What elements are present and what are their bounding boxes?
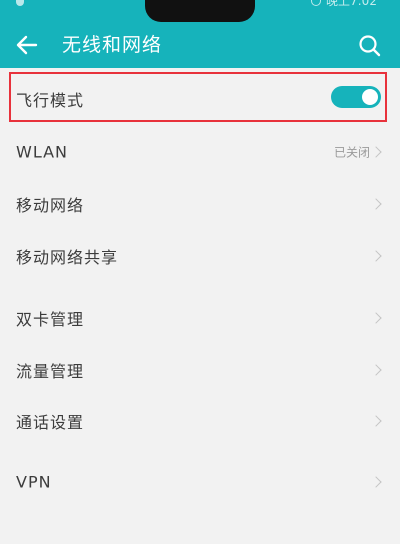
alarm-icon <box>311 0 321 6</box>
notification-icon <box>16 0 24 6</box>
wlan-status: 已关闭 <box>333 145 370 160</box>
page-title: 无线和网络 <box>62 34 163 56</box>
chevron-right-icon <box>370 312 382 324</box>
status-time: 晚上7:02 <box>326 0 377 8</box>
wlan-label: WLAN <box>16 142 69 162</box>
hotspot-row[interactable]: 移动网络共享 <box>0 232 400 280</box>
mobile-network-row[interactable]: 移动网络 <box>0 180 400 228</box>
mobile-network-label: 移动网络 <box>16 196 85 215</box>
wlan-row[interactable]: WLAN 已关闭 <box>0 128 400 176</box>
vpn-label: VPN <box>16 472 52 492</box>
chevron-right-icon <box>370 364 382 376</box>
data-usage-row[interactable]: 流量管理 <box>0 346 400 394</box>
hotspot-label: 移动网络共享 <box>16 248 119 267</box>
chevron-right-icon <box>370 250 382 262</box>
chevron-right-icon <box>370 415 382 427</box>
camera-notch <box>145 0 255 22</box>
back-arrow-icon[interactable] <box>14 32 40 58</box>
vpn-row[interactable]: VPN <box>0 458 400 506</box>
app-bar: 无线和网络 <box>0 22 400 68</box>
search-icon[interactable] <box>357 33 383 59</box>
call-settings-label: 通话设置 <box>16 413 85 432</box>
call-settings-row[interactable]: 通话设置 <box>0 397 400 445</box>
chevron-right-icon <box>370 198 382 210</box>
airplane-mode-label: 飞行模式 <box>16 91 85 110</box>
status-bar: 晚上7:02 <box>0 0 400 22</box>
dual-sim-row[interactable]: 双卡管理 <box>0 294 400 342</box>
data-usage-label: 流量管理 <box>16 362 85 381</box>
chevron-right-icon <box>370 146 382 158</box>
airplane-mode-toggle[interactable] <box>331 86 381 108</box>
chevron-right-icon <box>370 476 382 488</box>
toggle-knob <box>362 89 378 105</box>
dual-sim-label: 双卡管理 <box>16 310 85 329</box>
